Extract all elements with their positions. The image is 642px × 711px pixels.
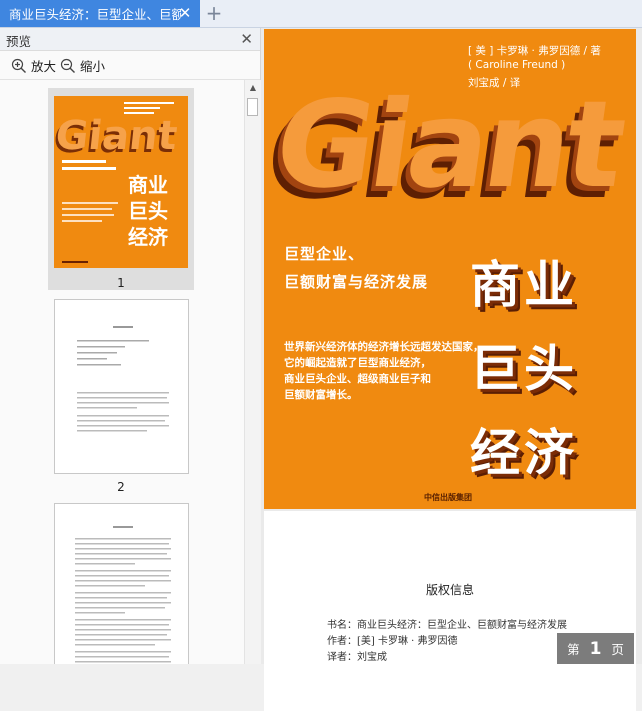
thumbnail-page-1[interactable]: Giant Giant 商业 巨头 经济 [54, 96, 188, 268]
cover-subtitle-line2: 巨额财富与经济发展 [284, 273, 429, 291]
cover-publisher: 中信出版集团 [424, 493, 472, 502]
cover-blurb-line3: 商业巨头企业、超级商业巨子和 [284, 373, 431, 385]
cover-title-line1: 商业 [470, 256, 578, 314]
thumbnail-label: 1 [117, 276, 125, 290]
copyright-author: 作者：[美] 卡罗琳 · 弗罗因德 [327, 636, 458, 647]
book-cover-page: [ 美 ] 卡罗琳 · 弗罗因德 / 著 ( Caroline Freund )… [264, 29, 636, 509]
zoom-out-label: 缩小 [80, 59, 106, 74]
thumbnail-list: Giant Giant 商业 巨头 经济 1 2 [0, 80, 244, 664]
copyright-book-name: 书名：商业巨头经济：巨型企业、巨额财富与经济发展 [327, 620, 567, 631]
svg-text:Giant: Giant [54, 113, 179, 159]
document-tab[interactable]: 商业巨头经济：巨型企业、巨额 ✕ [0, 0, 200, 27]
new-tab-icon[interactable]: + [204, 3, 224, 23]
cover-title-line2: 巨头 [470, 340, 578, 398]
sidebar-close-icon[interactable]: ✕ [240, 30, 253, 48]
current-page-number: 1 [589, 638, 602, 659]
tab-close-icon[interactable]: ✕ [177, 5, 193, 21]
thumbnail-text-lines [75, 526, 171, 663]
giant-face: Giant [267, 76, 631, 215]
cover-title-line3: 经济 [470, 424, 578, 482]
scroll-up-arrow-icon[interactable]: ▲ [245, 80, 261, 96]
thumbnail-label: 2 [117, 480, 125, 494]
tab-title: 商业巨头经济：巨型企业、巨额 [9, 7, 181, 22]
thumbnail-page-3[interactable] [54, 503, 189, 664]
scrollbar-thumb[interactable] [247, 98, 258, 116]
zoom-in-icon [11, 58, 26, 73]
thumbnail-cover-graphic: Giant Giant 商业 巨头 经济 [54, 102, 179, 263]
page-indicator-suffix: 页 [611, 642, 624, 657]
zoom-toolbar: 放大 缩小 [0, 51, 260, 80]
tab-bar: 商业巨头经济：巨型企业、巨额 ✕ + [0, 0, 642, 28]
copyright-title: 版权信息 [425, 583, 474, 597]
page-indicator: 第 1 页 [557, 633, 634, 664]
cover-blurb-line4: 巨额财富增长。 [284, 389, 358, 401]
thumbnail-page-2[interactable] [54, 299, 189, 474]
cover-blurb-line1: 世界新兴经济体的经济增长远超发达国家， [284, 341, 484, 353]
zoom-out-icon [60, 58, 75, 73]
svg-text:商业: 商业 [128, 173, 168, 197]
zoom-out-button[interactable]: 缩小 [60, 56, 105, 75]
thumbnail-text-lines [77, 326, 169, 432]
document-viewer[interactable]: [ 美 ] 卡罗琳 · 弗罗因德 / 著 ( Caroline Freund )… [261, 28, 642, 711]
zoom-in-label: 放大 [31, 59, 57, 74]
giant-3d-title: Giant Giant Giant [264, 76, 631, 225]
zoom-in-button[interactable]: 放大 [11, 56, 56, 75]
svg-text:经济: 经济 [128, 225, 169, 249]
sidebar-title: 预览 [6, 34, 32, 49]
preview-sidebar: 预览 ✕ 放大 缩小 Giant Giant 商业 巨头 经济 1 2 ▲ [0, 28, 261, 664]
sidebar-header: 预览 ✕ [0, 28, 260, 51]
cover-subtitle-line1: 巨型企业、 [284, 245, 365, 263]
cover-blurb-line2: 它的崛起造就了巨型商业经济， [284, 357, 431, 369]
copyright-translator: 译者：刘宝成 [327, 652, 387, 663]
cover-author: [ 美 ] 卡罗琳 · 弗罗因德 / 著 [468, 45, 601, 57]
copyright-page: 版权信息 书名：商业巨头经济：巨型企业、巨额财富与经济发展 作者：[美] 卡罗琳… [264, 511, 636, 711]
page-indicator-prefix: 第 [567, 642, 580, 657]
thumbnail-scrollbar[interactable]: ▲ [244, 80, 261, 664]
svg-text:巨头: 巨头 [128, 199, 168, 223]
